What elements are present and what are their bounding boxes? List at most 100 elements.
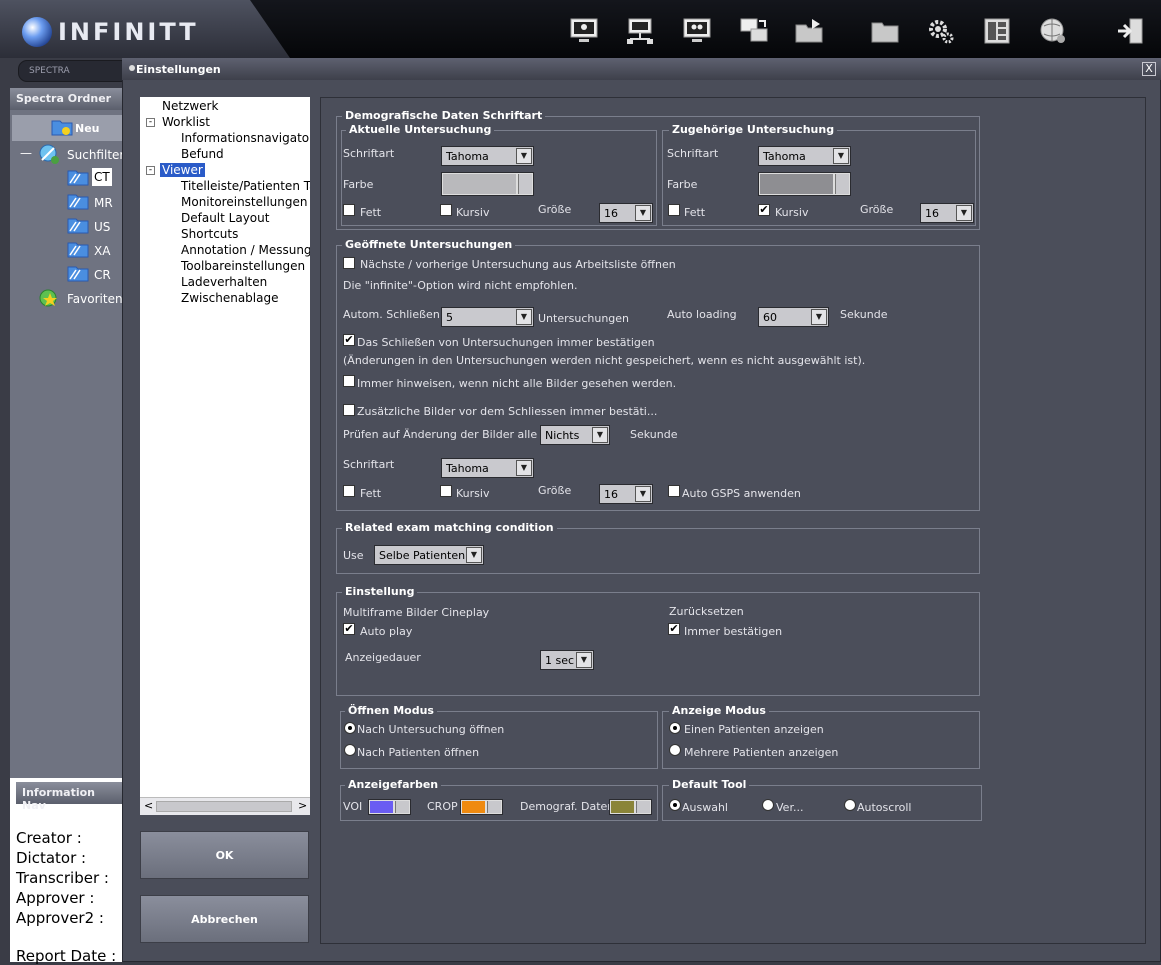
sidebar-item-search-filter[interactable]: Suchfilter — [67, 148, 124, 162]
nav-monitor[interactable]: Monitoreinstellungen — [181, 195, 308, 209]
sidebar-item-cr[interactable]: CR — [94, 268, 111, 282]
opened-font-select[interactable]: Tahoma ▼ — [441, 458, 534, 478]
one-patient-radio[interactable] — [669, 722, 681, 734]
ok-button[interactable]: OK — [140, 831, 309, 879]
dialog-close-button[interactable]: X — [1142, 62, 1156, 76]
demo-color-picker[interactable] — [609, 799, 652, 815]
sidebar-item-mr[interactable]: MR — [94, 196, 113, 210]
sidebar-item-favorites[interactable]: Favoriten — [67, 292, 123, 306]
open-by-exam-radio[interactable] — [344, 722, 356, 734]
voi-color-picker[interactable] — [368, 799, 411, 815]
globe-icon[interactable] — [1036, 14, 1070, 48]
related-size-select[interactable]: 16 ▼ — [920, 203, 974, 223]
scroll-left-icon[interactable]: < — [144, 799, 153, 812]
next-prev-checkbox[interactable] — [343, 257, 355, 269]
auto-loading-select[interactable]: 60 ▼ — [758, 307, 829, 327]
infinite-note: Die "infinite"-Option wird nicht empfohl… — [343, 279, 578, 292]
monitor-user-icon[interactable] — [567, 14, 601, 48]
opened-size-select[interactable]: 16 ▼ — [599, 484, 653, 504]
multi-patient-radio[interactable] — [669, 744, 681, 756]
tool-move-radio[interactable] — [762, 799, 774, 811]
nav-befund[interactable]: Befund — [181, 147, 224, 161]
nav-viewer-toggle[interactable]: - — [146, 166, 155, 175]
sidebar-item-new[interactable]: Neu — [75, 122, 100, 135]
auto-close-select[interactable]: 5 ▼ — [441, 307, 534, 327]
display-colors-title: Anzeigefarben — [345, 778, 442, 791]
nav-layout[interactable]: Default Layout — [181, 211, 269, 225]
related-font-select[interactable]: Tahoma ▼ — [758, 146, 851, 166]
confirm-close-checkbox[interactable]: ✔ — [343, 334, 355, 346]
extra-images-checkbox[interactable] — [343, 404, 355, 416]
gsps-checkbox[interactable] — [668, 485, 680, 497]
cancel-button[interactable]: Abbrechen — [140, 895, 309, 943]
always-confirm-checkbox[interactable]: ✔ — [668, 623, 680, 635]
chevron-down-icon: ▼ — [516, 148, 532, 164]
nav-horizontal-scrollbar[interactable]: < > — [140, 797, 310, 815]
default-tool-title: Default Tool — [669, 778, 750, 791]
auto-loading-value: 60 — [763, 311, 777, 324]
current-color-label: Farbe — [343, 178, 374, 191]
use-label: Use — [343, 549, 364, 562]
nav-worklist-toggle[interactable]: - — [146, 118, 155, 127]
current-bold-checkbox[interactable] — [343, 204, 355, 216]
related-color-fill — [760, 174, 833, 194]
folder-icon[interactable] — [868, 14, 902, 48]
sidebar-item-us[interactable]: US — [94, 220, 110, 234]
monitor-network-icon[interactable] — [623, 14, 657, 48]
current-color-picker[interactable] — [441, 172, 534, 196]
tool-autoscroll-radio[interactable] — [844, 799, 856, 811]
chevron-down-icon: ▼ — [576, 652, 592, 668]
favorites-icon — [36, 287, 62, 314]
duration-select[interactable]: 1 sec ▼ — [540, 650, 594, 670]
folder-open-arrow-icon[interactable] — [792, 14, 826, 48]
nav-netzwerk[interactable]: Netzwerk — [162, 99, 218, 113]
sidebar-item-xa[interactable]: XA — [94, 244, 110, 258]
layout-icon[interactable] — [980, 14, 1014, 48]
tool-select-radio[interactable] — [669, 799, 681, 811]
monitor-transfer-icon[interactable] — [737, 14, 771, 48]
nav-toolbar[interactable]: Toolbareinstellungen — [181, 259, 305, 273]
einstellung-title: Einstellung — [342, 585, 418, 598]
nav-annotation[interactable]: Annotation / Messung — [181, 243, 310, 257]
nav-shortcuts[interactable]: Shortcuts — [181, 227, 238, 241]
scroll-thumb[interactable] — [156, 801, 292, 812]
crop-color-picker[interactable] — [460, 799, 503, 815]
info-transcriber: Transcriber : — [16, 869, 109, 887]
voi-label: VOI — [343, 800, 363, 813]
collapse-toggle[interactable]: — — [20, 146, 32, 160]
nav-infonav[interactable]: Informationsnavigator — [181, 131, 310, 145]
gear-icon[interactable] — [924, 14, 958, 48]
related-italic-checkbox[interactable]: ✔ — [758, 204, 770, 216]
current-size-select[interactable]: 16 ▼ — [599, 203, 653, 223]
notify-unseen-checkbox[interactable] — [343, 375, 355, 387]
scroll-right-icon[interactable]: > — [298, 799, 307, 812]
confirm-close-label: Das Schließen von Untersuchungen immer b… — [357, 336, 655, 349]
open-by-patient-radio[interactable] — [344, 744, 356, 756]
nav-laden[interactable]: Ladeverhalten — [181, 275, 267, 289]
check-changes-unit: Sekunde — [630, 428, 678, 441]
nav-titelleiste[interactable]: Titelleiste/Patienten Ta — [181, 179, 310, 193]
open-by-patient-label: Nach Patienten öffnen — [357, 746, 480, 759]
nav-worklist[interactable]: Worklist — [162, 115, 210, 129]
auto-close-label: Autom. Schließen — [343, 308, 440, 321]
open-mode-group — [340, 711, 658, 769]
demo-current-title: Aktuelle Untersuchung — [346, 123, 495, 136]
nav-viewer[interactable]: Viewer — [160, 163, 205, 177]
related-bold-checkbox[interactable] — [668, 204, 680, 216]
current-font-select[interactable]: Tahoma ▼ — [441, 146, 534, 166]
opened-italic-checkbox[interactable] — [440, 485, 452, 497]
monitor-people-icon[interactable] — [680, 14, 714, 48]
current-italic-checkbox[interactable] — [440, 204, 452, 216]
chevron-down-icon: ▼ — [635, 205, 651, 221]
related-size-label: Größe — [860, 203, 894, 216]
use-select[interactable]: Selbe Patienten... ▼ — [374, 545, 484, 565]
exit-icon[interactable] — [1114, 14, 1148, 48]
nav-zwischen[interactable]: Zwischenablage — [181, 291, 278, 305]
related-color-picker[interactable] — [758, 172, 851, 196]
autoplay-checkbox[interactable]: ✔ — [343, 623, 355, 635]
search-input[interactable]: SPECTRA — [18, 60, 130, 82]
chevron-down-icon: ▼ — [466, 547, 482, 563]
check-changes-select[interactable]: Nichts ▼ — [540, 425, 610, 445]
opened-bold-checkbox[interactable] — [343, 485, 355, 497]
sidebar-item-ct[interactable]: CT — [92, 168, 112, 186]
